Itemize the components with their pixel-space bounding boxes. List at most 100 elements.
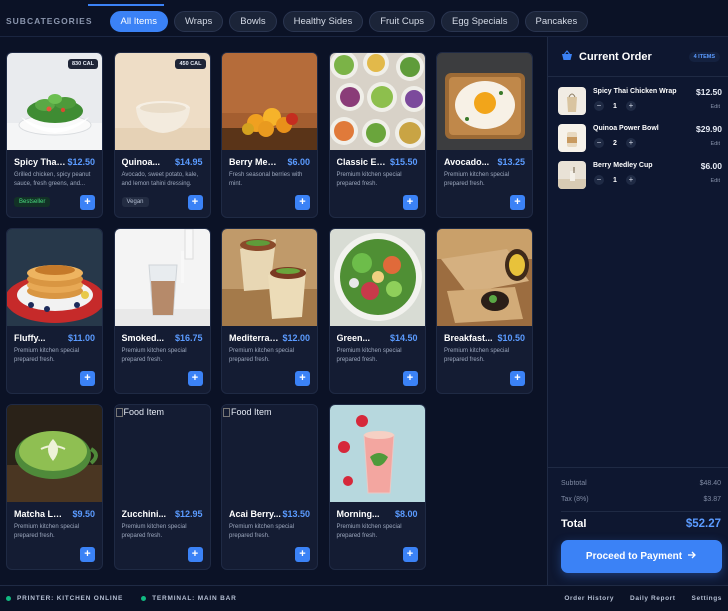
product-card[interactable]: Morning... $8.00 Premium kitchen special… (328, 404, 426, 570)
product-price: $12.95 (174, 509, 203, 519)
product-card[interactable]: Mediterran... $12.00 Premium kitchen spe… (221, 228, 318, 394)
product-card[interactable]: Berry Medle... $6.00 Fresh seasonal berr… (221, 52, 318, 218)
chip-wraps[interactable]: Wraps (173, 10, 224, 32)
green-salad-image (329, 229, 425, 326)
order-item-thumbnail (558, 161, 586, 189)
product-price: $16.75 (174, 333, 203, 343)
current-order-panel: Current Order 4 ITEMS Spicy Thai Chicken… (547, 37, 728, 585)
product-price: $10.50 (497, 333, 525, 343)
add-to-order-button[interactable]: + (80, 195, 95, 210)
product-price: $15.50 (389, 157, 418, 167)
product-card[interactable]: Classic Egg... $15.50 Premium kitchen sp… (328, 52, 426, 218)
product-card[interactable]: Food Item Acai Berry... $13.50 Premium k… (221, 404, 318, 570)
order-item: Spicy Thai Chicken Wrap $12.50 − 1 + Edi… (558, 87, 724, 117)
increase-quantity-button[interactable]: + (626, 175, 636, 185)
add-to-order-button[interactable]: + (510, 195, 525, 210)
order-history-link[interactable]: Order History (564, 595, 614, 602)
product-description: Premium kitchen special prepared fresh. (121, 524, 187, 539)
chip-egg-specials[interactable]: Egg Specials (441, 10, 519, 32)
broken-image: Food Item (114, 405, 210, 502)
chip-all-items[interactable]: All Items (109, 10, 168, 32)
product-price: $8.00 (394, 509, 418, 519)
edit-item-link[interactable]: Edit (711, 141, 720, 147)
calorie-badge: 450 CAL (175, 59, 206, 69)
tax-label: Tax (8%) (561, 496, 589, 503)
add-to-order-button[interactable]: + (295, 195, 310, 210)
order-item-name: Spicy Thai Chicken Wrap (593, 88, 677, 95)
bowls-spread-image (329, 53, 425, 150)
order-item-price: $29.90 (696, 124, 722, 134)
add-to-order-button[interactable]: + (187, 195, 203, 210)
order-item-thumbnail (558, 87, 586, 115)
chip-fruit-cups[interactable]: Fruit Cups (369, 10, 436, 32)
decrease-quantity-button[interactable]: − (594, 138, 604, 148)
add-to-order-button[interactable]: + (187, 547, 203, 562)
add-to-order-button[interactable]: + (80, 547, 95, 562)
order-item-name: Quinoa Power Bowl (593, 125, 659, 132)
subtotal-label: Subtotal (561, 480, 587, 487)
chip-healthy-sides[interactable]: Healthy Sides (282, 10, 364, 32)
calorie-badge: 830 CAL (67, 59, 98, 69)
burrito-image (437, 229, 532, 326)
chip-bowls[interactable]: Bowls (229, 10, 277, 32)
image-alt-text: Food Item (123, 407, 165, 417)
product-name: Berry Medle... (229, 157, 281, 167)
broken-image: Food Item (222, 405, 317, 502)
product-name: Spicy Thai... (14, 157, 66, 167)
product-description: Fresh seasonal berries with mint. (229, 172, 303, 187)
summary-divider (561, 511, 721, 512)
subtotal-value: $48.40 (699, 480, 721, 487)
add-to-order-button[interactable]: + (80, 371, 95, 386)
edit-item-link[interactable]: Edit (711, 104, 720, 110)
daily-report-link[interactable]: Daily Report (630, 595, 676, 602)
settings-link[interactable]: Settings (692, 595, 722, 602)
product-price: $13.50 (282, 509, 310, 519)
increase-quantity-button[interactable]: + (626, 101, 636, 111)
chip-pancakes[interactable]: Pancakes (524, 10, 589, 32)
bestseller-tag: Bestseller (14, 197, 51, 207)
quantity-value: 1 (613, 176, 617, 184)
add-to-order-button[interactable]: + (187, 371, 203, 386)
order-summary (548, 467, 728, 468)
decrease-quantity-button[interactable]: − (594, 175, 604, 185)
product-card[interactable]: 450 CAL Quinoa... $14.95 Avocado, sweet … (113, 52, 211, 218)
subcategories-label: SUBCATEGORIES (6, 16, 93, 26)
product-card[interactable]: Matcha Latte... $9.50 Premium kitchen sp… (6, 404, 103, 570)
product-card[interactable]: Smoked... $16.75 Premium kitchen special… (113, 228, 211, 394)
proceed-to-payment-button[interactable]: Proceed to Payment (561, 540, 722, 573)
product-card[interactable]: Avocado... $13.25 Premium kitchen specia… (436, 52, 533, 218)
add-to-order-button[interactable]: + (295, 371, 310, 386)
add-to-order-button[interactable]: + (402, 371, 418, 386)
product-description: Premium kitchen special prepared fresh. (444, 348, 510, 363)
total-row: Total $52.27 (561, 518, 721, 530)
product-description: Premium kitchen special prepared fresh. (336, 524, 402, 539)
items-count-badge: 4 ITEMS (688, 51, 720, 62)
order-item-price: $12.50 (696, 87, 722, 97)
product-card[interactable]: Green... $14.50 Premium kitchen special … (328, 228, 426, 394)
product-name: Matcha Latte... (14, 509, 66, 519)
product-card[interactable]: Fluffy... $11.00 Premium kitchen special… (6, 228, 103, 394)
order-item: Berry Medley Cup $6.00 − 1 + Edit (558, 161, 724, 191)
product-price: $13.25 (497, 157, 525, 167)
add-to-order-button[interactable]: + (402, 547, 418, 562)
product-name: Morning... (336, 509, 380, 519)
salad-bowl-image: 830 CAL (7, 53, 102, 150)
product-card[interactable]: Food Item Zucchini... $12.95 Premium kit… (113, 404, 211, 570)
oranges-image (222, 53, 317, 150)
product-name: Acai Berry... (229, 509, 281, 519)
product-card[interactable]: Breakfast... $10.50 Premium kitchen spec… (436, 228, 533, 394)
total-label: Total (561, 518, 587, 530)
product-price: $9.50 (72, 509, 95, 519)
order-item-thumbnail (558, 124, 586, 152)
decrease-quantity-button[interactable]: − (594, 101, 604, 111)
add-to-order-button[interactable]: + (510, 371, 525, 386)
product-card[interactable]: 830 CAL Spicy Thai... $12.50 Grilled chi… (6, 52, 103, 218)
product-price: $6.00 (287, 157, 310, 167)
order-title: Current Order (579, 50, 652, 63)
add-to-order-button[interactable]: + (295, 547, 310, 562)
increase-quantity-button[interactable]: + (626, 138, 636, 148)
add-to-order-button[interactable]: + (402, 195, 418, 210)
edit-item-link[interactable]: Edit (711, 178, 720, 184)
matcha-image (7, 405, 102, 502)
product-description: Premium kitchen special prepared fresh. (121, 348, 187, 363)
